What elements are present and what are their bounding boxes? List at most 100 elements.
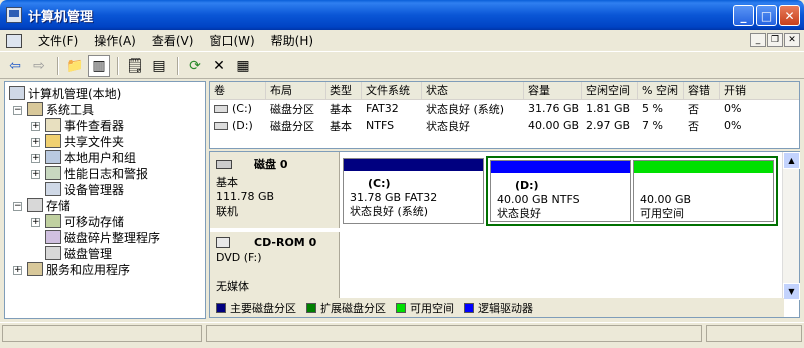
volume-row[interactable]: (D:) 磁盘分区 基本 NTFS 状态良好 40.00 GB 2.97 GB … bbox=[210, 117, 799, 134]
column-header-capacity[interactable]: 容量 bbox=[524, 82, 582, 99]
help-icon[interactable]: ▤ bbox=[148, 55, 170, 77]
partition-detail: 40.00 GB bbox=[640, 193, 692, 206]
column-header-volume[interactable]: 卷 bbox=[210, 82, 266, 99]
cell-overhead: 0% bbox=[724, 119, 742, 132]
cell-free-space: 1.81 GB bbox=[586, 102, 631, 115]
console-tree: 计算机管理(本地) − 系统工具 + 事件查看器 + 共享文件夹 + 本地用户和… bbox=[4, 81, 206, 319]
back-arrow-icon[interactable]: ⇦ bbox=[4, 55, 26, 77]
cdrom0-type: DVD (F:) bbox=[216, 251, 262, 264]
tree-item-services[interactable]: 服务和应用程序 bbox=[27, 261, 130, 277]
event-viewer-icon bbox=[45, 118, 61, 132]
volume-row[interactable]: (C:) 磁盘分区 基本 FAT32 状态良好 (系统) 31.76 GB 1.… bbox=[210, 100, 799, 117]
cell-overhead: 0% bbox=[724, 102, 742, 115]
cell-status: 状态良好 (系统) bbox=[426, 102, 505, 116]
tree-label: 性能日志和警报 bbox=[64, 166, 149, 181]
menu-view[interactable]: 查看(V) bbox=[144, 30, 202, 52]
drive-icon bbox=[214, 104, 228, 113]
expander-plus-icon[interactable]: + bbox=[31, 122, 40, 131]
device-manager-icon bbox=[45, 182, 61, 196]
mdi-restore-button[interactable]: ❐ bbox=[767, 33, 783, 47]
scroll-down-arrow-icon[interactable]: ▼ bbox=[783, 283, 800, 300]
menu-help[interactable]: 帮助(H) bbox=[263, 30, 321, 52]
minimize-button[interactable]: _ bbox=[733, 5, 754, 26]
forward-arrow-icon[interactable]: ⇨ bbox=[28, 55, 50, 77]
console-icon[interactable] bbox=[6, 33, 22, 48]
column-header-free-space[interactable]: 空闲空间 bbox=[582, 82, 638, 99]
tree-root[interactable]: 计算机管理(本地) bbox=[9, 85, 121, 101]
menu-action[interactable]: 操作(A) bbox=[86, 30, 144, 52]
users-icon bbox=[45, 150, 61, 164]
tree-item-removable-storage[interactable]: 可移动存储 bbox=[45, 213, 124, 229]
cell-type: 基本 bbox=[330, 102, 352, 116]
title-bar[interactable]: 计算机管理 _ □ ✕ bbox=[0, 0, 804, 30]
tree-item-disk-management[interactable]: 磁盘管理 bbox=[45, 245, 112, 261]
cell-percent-free: 7 % bbox=[642, 119, 663, 132]
disk0-label[interactable]: 磁盘 0 基本 111.78 GB 联机 bbox=[210, 152, 340, 228]
menu-file[interactable]: 文件(F) bbox=[30, 30, 86, 52]
expander-plus-icon[interactable]: + bbox=[31, 154, 40, 163]
mdi-controls: _ ❐ ✕ bbox=[750, 33, 800, 47]
cdrom0-area[interactable] bbox=[341, 232, 784, 300]
show-hide-tree-icon[interactable]: ▥ bbox=[88, 54, 110, 77]
vertical-scrollbar[interactable]: ▲ ▼ bbox=[782, 152, 800, 300]
storage-icon bbox=[27, 198, 43, 212]
status-pane bbox=[206, 325, 702, 342]
menu-bar: 文件(F) 操作(A) 查看(V) 窗口(W) 帮助(H) _ ❐ ✕ bbox=[0, 30, 804, 52]
column-header-type[interactable]: 类型 bbox=[326, 82, 362, 99]
cell-fault-tolerance: 否 bbox=[688, 119, 699, 133]
scroll-up-arrow-icon[interactable]: ▲ bbox=[783, 152, 800, 169]
tree-item-defrag[interactable]: 磁盘碎片整理程序 bbox=[45, 229, 160, 245]
hard-disk-icon bbox=[216, 159, 232, 169]
tree-label: 磁盘碎片整理程序 bbox=[64, 230, 161, 245]
tree-item-perf-logs[interactable]: 性能日志和警报 bbox=[45, 165, 148, 181]
menu-window[interactable]: 窗口(W) bbox=[201, 30, 262, 52]
disk-graphical-view: 磁盘 0 基本 111.78 GB 联机 (C:) 31.78 GB FAT32… bbox=[209, 151, 800, 318]
cdrom0-label[interactable]: CD-ROM 0 DVD (F:) 无媒体 bbox=[210, 232, 340, 300]
tree-label: 存储 bbox=[46, 198, 71, 213]
tree-label: 共享文件夹 bbox=[64, 134, 125, 149]
cell-volume: (D:) bbox=[232, 119, 253, 132]
cd-drive-icon bbox=[216, 237, 230, 248]
tree-item-event-viewer[interactable]: 事件查看器 bbox=[45, 117, 124, 133]
legend-label: 主要磁盘分区 bbox=[230, 301, 296, 315]
expander-plus-icon[interactable]: + bbox=[31, 138, 40, 147]
tree-item-local-users[interactable]: 本地用户和组 bbox=[45, 149, 136, 165]
tree-item-system-tools[interactable]: 系统工具 bbox=[27, 101, 94, 117]
partition-color-bar bbox=[634, 161, 773, 173]
extended-partition[interactable]: (D:) 40.00 GB NTFS 状态良好 40.00 GB 可用空间 bbox=[486, 156, 778, 226]
column-header-percent-free[interactable]: % 空闲 bbox=[638, 82, 684, 99]
delete-icon[interactable]: ✕ bbox=[208, 55, 230, 77]
cdrom0-name: CD-ROM 0 bbox=[254, 236, 317, 249]
column-header-overhead[interactable]: 开销 bbox=[720, 82, 792, 99]
expander-minus-icon[interactable]: − bbox=[13, 202, 22, 211]
status-bar bbox=[0, 322, 804, 348]
expander-plus-icon[interactable]: + bbox=[13, 266, 22, 275]
partition-c[interactable]: (C:) 31.78 GB FAT32 状态良好 (系统) bbox=[343, 158, 484, 224]
maximize-button[interactable]: □ bbox=[756, 5, 777, 26]
tree-item-device-manager[interactable]: 设备管理器 bbox=[45, 181, 124, 197]
mdi-close-button[interactable]: ✕ bbox=[784, 33, 800, 47]
disk-properties-icon[interactable]: ▦ bbox=[232, 55, 254, 77]
close-button[interactable]: ✕ bbox=[779, 5, 800, 26]
column-header-fault-tolerance[interactable]: 容错 bbox=[684, 82, 720, 99]
partition-d[interactable]: (D:) 40.00 GB NTFS 状态良好 bbox=[490, 160, 631, 222]
cell-fault-tolerance: 否 bbox=[688, 102, 699, 116]
column-header-filesystem[interactable]: 文件系统 bbox=[362, 82, 422, 99]
expander-minus-icon[interactable]: − bbox=[13, 106, 22, 115]
free-space-area[interactable]: 40.00 GB 可用空间 bbox=[633, 160, 774, 222]
tree-item-storage[interactable]: 存储 bbox=[27, 197, 70, 213]
disk0-size: 111.78 GB bbox=[216, 190, 275, 203]
expander-plus-icon[interactable]: + bbox=[31, 170, 40, 179]
volume-list-header: 卷 布局 类型 文件系统 状态 容量 空闲空间 % 空闲 容错 开销 bbox=[210, 82, 799, 100]
properties-icon[interactable]: 🗒 bbox=[124, 55, 146, 77]
column-header-layout[interactable]: 布局 bbox=[266, 82, 326, 99]
partition-color-bar bbox=[344, 159, 483, 171]
mdi-minimize-button[interactable]: _ bbox=[750, 33, 766, 47]
expander-plus-icon[interactable]: + bbox=[31, 218, 40, 227]
tree-item-shared-folders[interactable]: 共享文件夹 bbox=[45, 133, 124, 149]
tree-label: 设备管理器 bbox=[64, 182, 125, 197]
cdrom0-status: 无媒体 bbox=[216, 280, 249, 293]
refresh-icon[interactable]: ⟳ bbox=[184, 55, 206, 77]
up-folder-icon[interactable]: 📁 bbox=[64, 55, 86, 77]
column-header-status[interactable]: 状态 bbox=[422, 82, 524, 99]
